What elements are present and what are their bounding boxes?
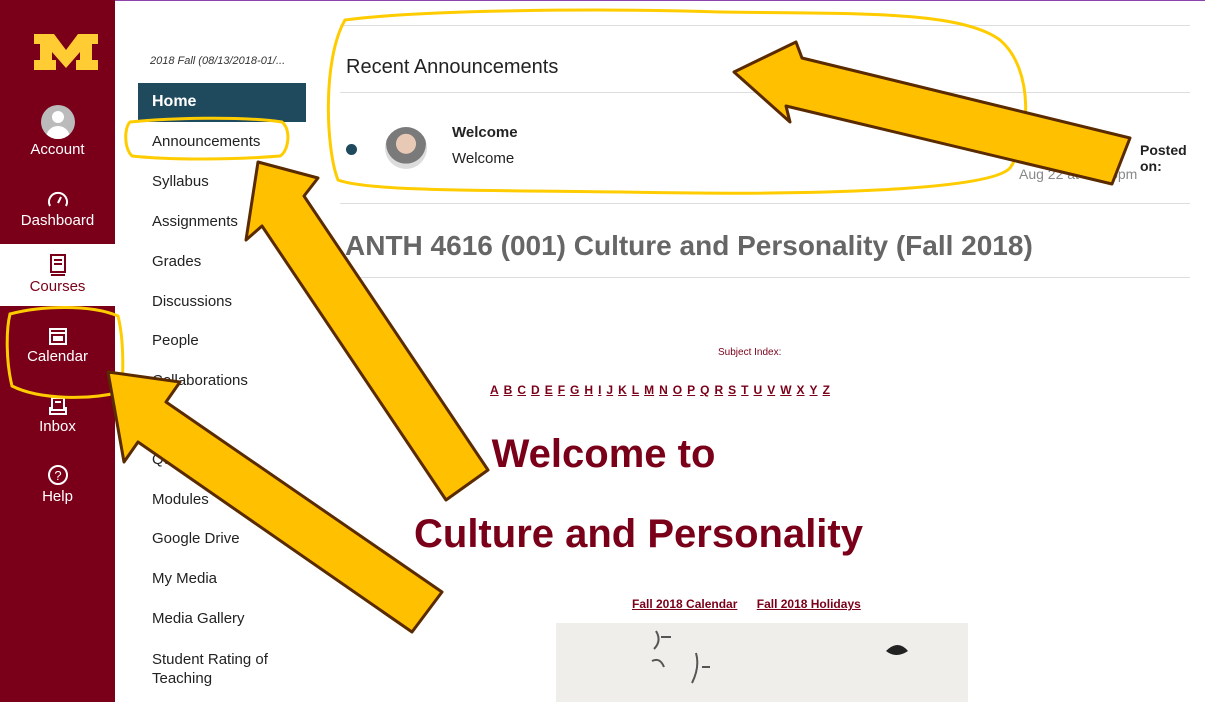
subject-index-letters: ABCDEFGHIJKLMNOPQRSTUVWXYZ xyxy=(490,383,835,397)
divider xyxy=(340,92,1190,93)
subject-index-letter-y[interactable]: Y xyxy=(810,383,818,397)
subject-index-letter-v[interactable]: V xyxy=(767,383,775,397)
course-nav-collaborations[interactable]: Collaborations xyxy=(152,372,248,389)
subject-index-letter-o[interactable]: O xyxy=(673,383,682,397)
course-nav-student-rating[interactable]: Student Rating of Teaching xyxy=(152,650,312,688)
fall-holidays-link[interactable]: Fall 2018 Holidays xyxy=(757,597,861,611)
subject-index-letter-p[interactable]: P xyxy=(687,383,695,397)
subject-index-letter-g[interactable]: G xyxy=(570,383,579,397)
subject-index-letter-e[interactable]: E xyxy=(545,383,553,397)
posted-date: Aug 22 at 10:05pm xyxy=(1019,166,1138,182)
subject-index-letter-n[interactable]: N xyxy=(659,383,668,397)
subject-index-letter-l[interactable]: L xyxy=(632,383,639,397)
subject-index-letter-f[interactable]: F xyxy=(558,383,565,397)
nav-account-label: Account xyxy=(30,141,85,158)
course-title: ANTH 4616 (001) Culture and Personality … xyxy=(345,230,1033,261)
nav-help-label: Help xyxy=(42,488,73,505)
course-nav-discussions[interactable]: Discussions xyxy=(152,293,232,310)
divider xyxy=(340,203,1190,204)
nav-dashboard-label: Dashboard xyxy=(20,212,95,229)
subject-index-letter-k[interactable]: K xyxy=(618,383,627,397)
unread-dot-icon xyxy=(346,144,357,155)
subject-index-letter-a[interactable]: A xyxy=(490,383,499,397)
course-nav-syllabus[interactable]: Syllabus xyxy=(152,173,209,190)
subject-index-letter-i[interactable]: I xyxy=(598,383,601,397)
global-nav: Account Dashboard Courses Calendar Inbox… xyxy=(0,0,115,702)
subject-index-letter-x[interactable]: X xyxy=(797,383,805,397)
calligraphy-image xyxy=(556,623,968,702)
course-nav-announcements[interactable]: Announcements xyxy=(152,133,260,150)
calligraphy-artwork xyxy=(651,630,908,684)
recent-announcements-title: Recent Announcements xyxy=(346,56,559,78)
nav-inbox[interactable]: Inbox xyxy=(0,396,115,435)
courses-icon xyxy=(49,254,66,276)
nav-courses[interactable]: Courses xyxy=(0,244,115,306)
welcome-heading-line2: Culture and Personality xyxy=(414,512,863,556)
nav-calendar-label: Calendar xyxy=(27,348,88,365)
fall-calendar-link[interactable]: Fall 2018 Calendar xyxy=(632,597,737,611)
nav-dashboard[interactable]: Dashboard xyxy=(0,190,115,229)
course-nav-grades[interactable]: Grades xyxy=(152,253,201,270)
nav-account[interactable]: Account xyxy=(0,105,115,158)
subject-index-letter-s[interactable]: S xyxy=(728,383,736,397)
subject-index-letter-u[interactable]: U xyxy=(754,383,763,397)
term-label: 2018 Fall (08/13/2018-01/... xyxy=(150,55,286,67)
calendar-links: Fall 2018 Calendar Fall 2018 Holidays xyxy=(632,597,877,611)
account-icon xyxy=(40,105,75,139)
divider xyxy=(340,25,1190,26)
subject-index-letter-q[interactable]: Q xyxy=(700,383,709,397)
subject-index-letter-b[interactable]: B xyxy=(504,383,513,397)
welcome-heading-line1: Welcome to xyxy=(491,432,716,476)
course-nav-people[interactable]: People xyxy=(152,332,199,349)
subject-index-letter-j[interactable]: J xyxy=(606,383,613,397)
posted-on-label: Posted on: xyxy=(1140,142,1187,174)
dashboard-icon xyxy=(47,191,68,207)
author-avatar[interactable] xyxy=(385,127,427,169)
announcement-body: Welcome xyxy=(452,150,515,167)
course-nav-media-gallery[interactable]: Media Gallery xyxy=(152,610,245,627)
calendar-icon xyxy=(48,328,67,345)
subject-index-letter-z[interactable]: Z xyxy=(823,383,830,397)
divider xyxy=(340,277,1190,278)
course-nav-my-media[interactable]: My Media xyxy=(152,570,217,587)
subject-index-letter-c[interactable]: C xyxy=(517,383,526,397)
subject-index-label: Subject Index: xyxy=(718,347,782,358)
subject-index-letter-h[interactable]: H xyxy=(584,383,593,397)
nav-courses-label: Courses xyxy=(29,278,86,295)
university-m-logo-icon[interactable] xyxy=(32,32,100,72)
subject-index-letter-d[interactable]: D xyxy=(531,383,540,397)
subject-index-letter-r[interactable]: R xyxy=(714,383,723,397)
subject-index-letter-w[interactable]: W xyxy=(780,383,791,397)
subject-index-letter-t[interactable]: T xyxy=(741,383,748,397)
course-nav-modules[interactable]: Modules xyxy=(152,491,209,508)
announcement-heading[interactable]: Welcome xyxy=(452,124,518,141)
course-nav-assignments[interactable]: Assignments xyxy=(152,213,238,230)
subject-index-letter-m[interactable]: M xyxy=(644,383,654,397)
nav-calendar[interactable]: Calendar xyxy=(0,326,115,365)
inbox-icon xyxy=(48,397,67,415)
course-nav-home[interactable]: Home xyxy=(138,83,306,122)
